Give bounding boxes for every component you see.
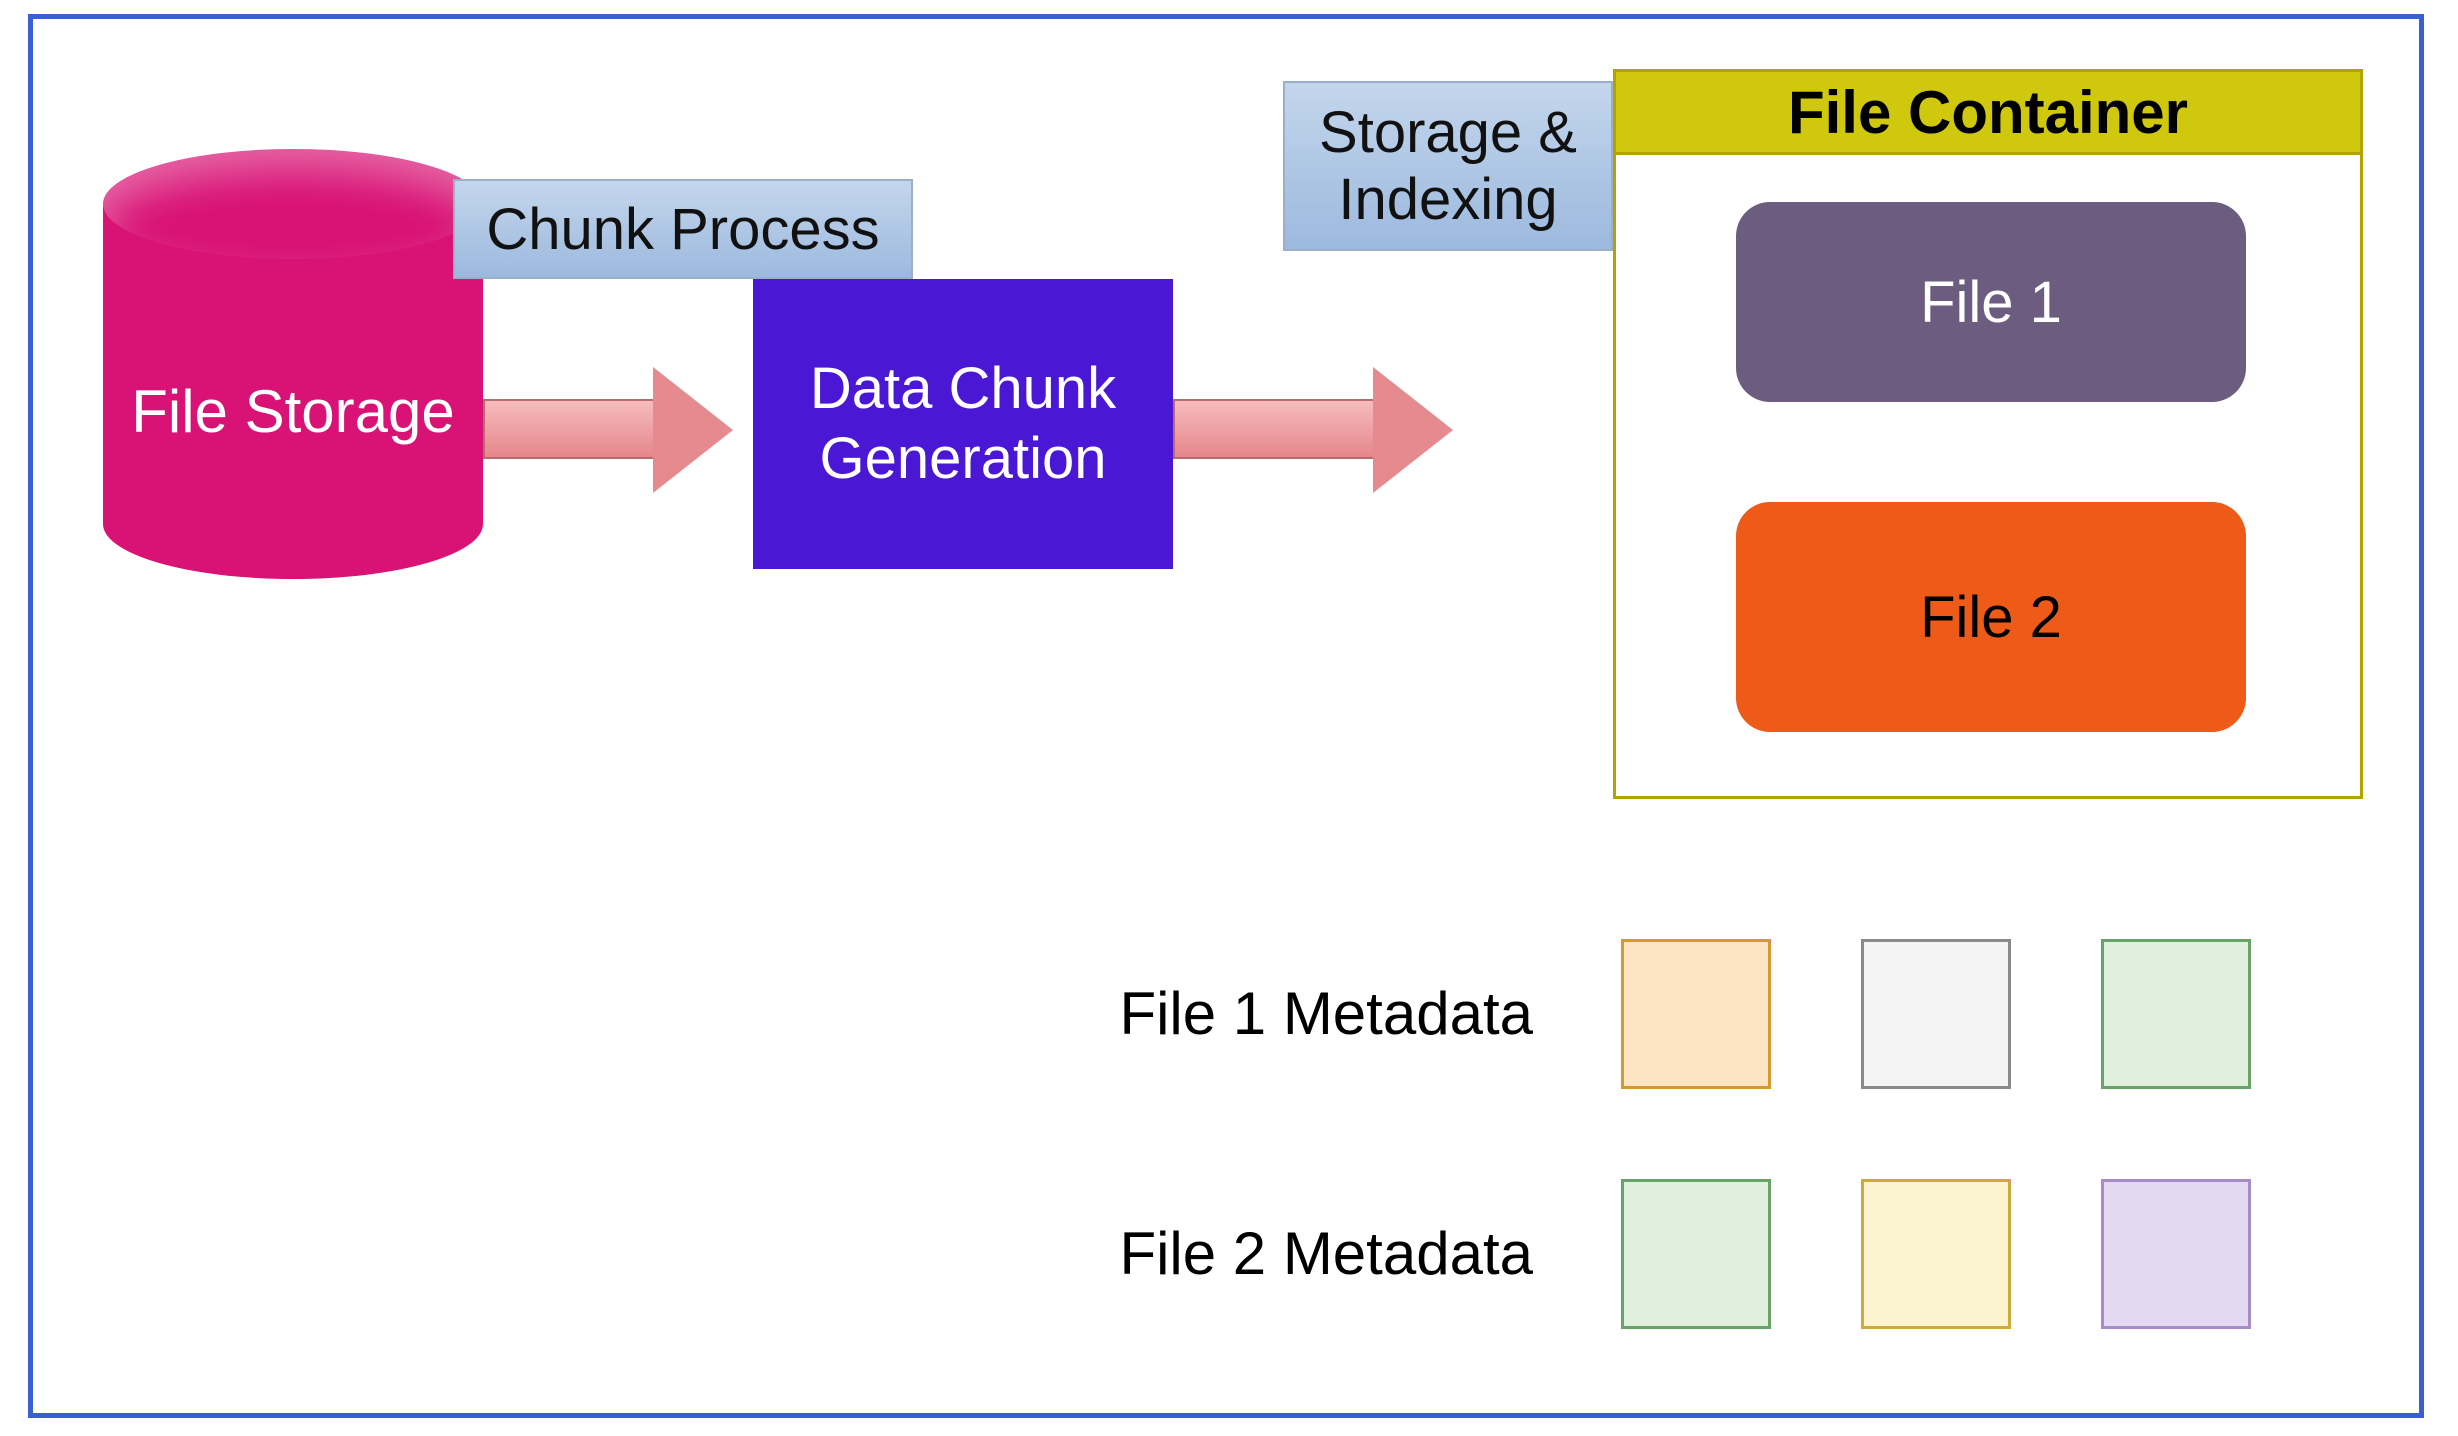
file-1-metadata-swatch-1 xyxy=(1621,939,1771,1089)
file-1-metadata-swatch-2 xyxy=(1861,939,2011,1089)
file-2-metadata-swatch-2 xyxy=(1861,1179,2011,1329)
file-2-metadata-swatch-1 xyxy=(1621,1179,1771,1329)
chunk-process-label: Chunk Process xyxy=(453,179,913,279)
file-container: File Container File 1 File 2 xyxy=(1613,69,2363,799)
arrow-1 xyxy=(483,369,733,489)
cylinder-bottom xyxy=(103,469,483,579)
file-storage-label: File Storage xyxy=(103,377,483,446)
chunk-process-text: Chunk Process xyxy=(486,196,879,263)
file-2-tile: File 2 xyxy=(1736,502,2246,732)
arrow-shaft xyxy=(483,399,653,459)
arrow-2 xyxy=(1173,369,1453,489)
arrow-shaft xyxy=(1173,399,1373,459)
data-chunk-generation-text: Data Chunk Generation xyxy=(810,354,1116,493)
file-2-label: File 2 xyxy=(1920,584,2062,651)
storage-indexing-label: Storage & Indexing xyxy=(1283,81,1613,251)
diagram-frame: File Storage Chunk Process Data Chunk Ge… xyxy=(28,14,2424,1418)
file-1-metadata-label: File 1 Metadata xyxy=(1013,979,1533,1048)
storage-indexing-text: Storage & Indexing xyxy=(1319,99,1577,233)
file-storage-cylinder: File Storage xyxy=(103,149,483,579)
file-1-metadata-swatch-3 xyxy=(2101,939,2251,1089)
arrow-head-icon xyxy=(1373,367,1453,493)
cylinder-top xyxy=(103,149,483,259)
file-container-title: File Container xyxy=(1788,78,2188,147)
file-2-metadata-label: File 2 Metadata xyxy=(1013,1219,1533,1288)
file-container-header: File Container xyxy=(1616,72,2360,155)
arrow-head-icon xyxy=(653,367,733,493)
file-1-label: File 1 xyxy=(1920,269,2062,336)
data-chunk-generation-box: Data Chunk Generation xyxy=(753,279,1173,569)
file-1-tile: File 1 xyxy=(1736,202,2246,402)
file-2-metadata-swatch-3 xyxy=(2101,1179,2251,1329)
